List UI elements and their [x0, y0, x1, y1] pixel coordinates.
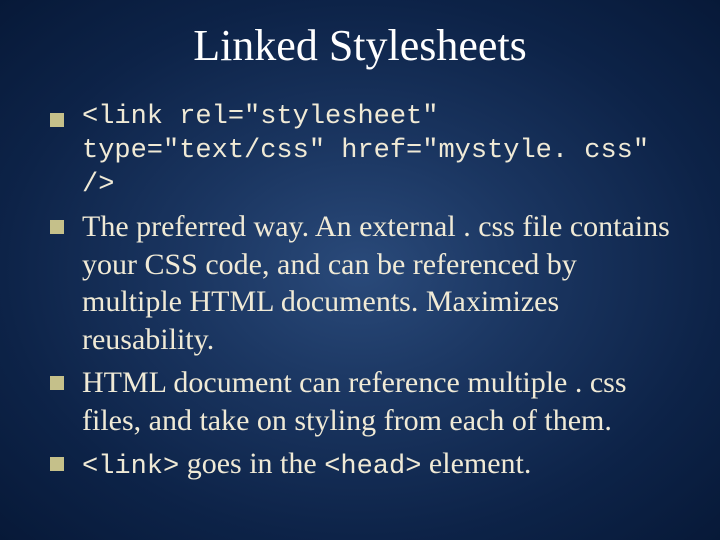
code-span: <link> — [82, 452, 179, 482]
slide-title: Linked Stylesheets — [40, 20, 680, 71]
text-span: goes in the — [179, 447, 324, 480]
list-item: HTML document can reference multiple . c… — [50, 364, 680, 439]
list-item: <link> goes in the <head> element. — [50, 445, 680, 485]
bullet-text: <link rel="stylesheet" type="text/css" h… — [82, 101, 680, 202]
bullet-list: <link rel="stylesheet" type="text/css" h… — [40, 101, 680, 485]
list-item: <link rel="stylesheet" type="text/css" h… — [50, 101, 680, 202]
list-item: The preferred way. An external . css fil… — [50, 208, 680, 358]
bullet-icon — [50, 376, 64, 390]
bullet-text: The preferred way. An external . css fil… — [82, 208, 680, 358]
bullet-text: HTML document can reference multiple . c… — [82, 364, 680, 439]
bullet-text: <link> goes in the <head> element. — [82, 445, 680, 485]
text-span: element. — [421, 447, 531, 480]
code-span: <head> — [324, 452, 421, 482]
bullet-icon — [50, 220, 64, 234]
slide: Linked Stylesheets <link rel="stylesheet… — [0, 0, 720, 540]
bullet-icon — [50, 113, 64, 127]
bullet-icon — [50, 457, 64, 471]
